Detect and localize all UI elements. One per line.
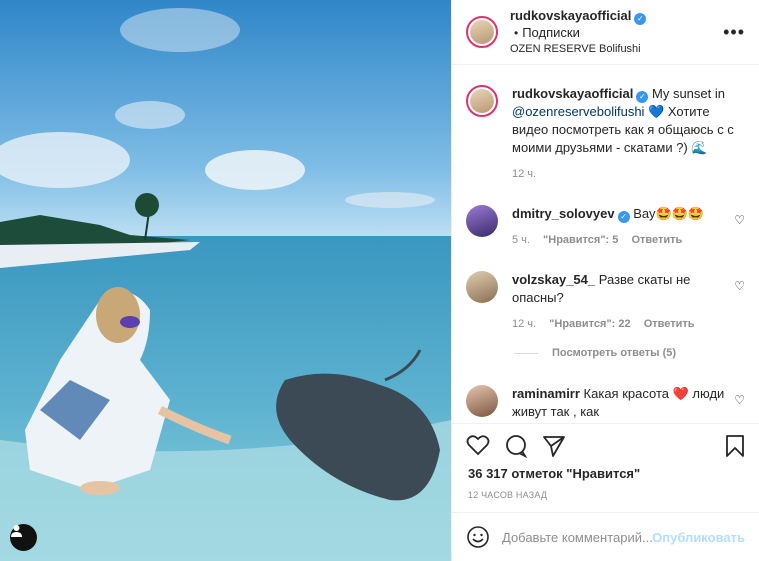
add-comment-bar: Добавьте комментарий... Опубликовать <box>452 512 759 561</box>
like-comment-heart-icon[interactable]: ♡ <box>734 279 745 293</box>
comment-bubble-icon[interactable] <box>504 434 528 463</box>
caption-avatar[interactable] <box>466 85 498 117</box>
photo-illustration <box>0 0 451 561</box>
more-options-icon[interactable]: ••• <box>723 22 745 43</box>
author-avatar[interactable] <box>466 16 498 48</box>
posted-time[interactable]: 12 ЧАСОВ НАЗАД <box>468 490 547 500</box>
comment-input[interactable]: Добавьте комментарий... <box>502 530 652 545</box>
following-button[interactable]: Подписки <box>522 25 580 40</box>
likes-count[interactable]: 36 317 отметок "Нравится" <box>468 466 640 481</box>
post-side-panel: rudkovskayaofficial ✓• Подписки OZEN RESER… <box>451 0 759 561</box>
replies-divider <box>514 352 538 354</box>
comment-username[interactable]: volzskay_54_ <box>512 272 595 287</box>
share-paper-plane-icon[interactable] <box>542 434 566 463</box>
comment-item: volzskay_54_ Разве скаты не опасны? 12 ч… <box>466 271 745 333</box>
save-bookmark-icon[interactable] <box>725 434 745 463</box>
user-icon <box>11 525 22 537</box>
comment-time[interactable]: 5 ч. <box>512 234 530 246</box>
comments-list[interactable]: rudkovskayaofficial ✓ My sunset in @ozenr… <box>452 65 759 422</box>
comment-username[interactable]: raminamirr <box>512 386 580 401</box>
post-actions: 36 317 отметок "Нравится" 12 ЧАСОВ НАЗАД <box>452 423 759 514</box>
like-heart-icon[interactable] <box>466 434 490 461</box>
comment-username[interactable]: dmitry_solovyev <box>512 206 615 221</box>
verified-badge-icon: ✓ <box>617 211 630 223</box>
like-comment-heart-icon[interactable]: ♡ <box>734 213 745 227</box>
comment-avatar[interactable] <box>466 271 498 303</box>
comment-likes[interactable]: "Нравится": 22 <box>549 318 630 330</box>
comment-avatar[interactable] <box>466 385 498 417</box>
reply-button[interactable]: Ответить <box>644 318 695 330</box>
comment-avatar[interactable] <box>466 205 498 237</box>
view-replies-label: Посмотреть ответы (5) <box>552 347 677 359</box>
wave-emoji: 🌊 <box>691 140 708 155</box>
emoji-smiley-icon[interactable] <box>466 525 490 549</box>
publish-button[interactable]: Опубликовать <box>652 530 745 545</box>
caption-text-prefix: My sunset in <box>652 86 725 101</box>
caption: rudkovskayaofficial ✓ My sunset in @ozenr… <box>466 85 745 183</box>
blue-heart-emoji: 💙 <box>648 104 665 119</box>
reply-button[interactable]: Ответить <box>631 234 682 246</box>
post-location[interactable]: OZEN RESERVE Bolifushi <box>510 41 715 57</box>
caption-username[interactable]: rudkovskayaofficial <box>512 86 633 101</box>
verified-badge-icon: ✓ <box>634 12 647 25</box>
comment-time[interactable]: 12 ч. <box>512 318 536 330</box>
post-photo[interactable] <box>0 0 451 561</box>
view-replies-button[interactable]: Посмотреть ответы (5) <box>514 347 676 359</box>
verified-badge-icon: ✓ <box>636 91 649 103</box>
comment-item: dmitry_solovyev ✓ Вау🤩🤩🤩 5 ч. "Нравится":… <box>466 205 745 249</box>
like-comment-heart-icon[interactable]: ♡ <box>734 393 745 407</box>
post-header: rudkovskayaofficial ✓ • Подписки OZEN RESER… <box>452 0 759 65</box>
comment-likes[interactable]: "Нравится": 5 <box>543 234 618 246</box>
comment-text: Вау🤩🤩🤩 <box>633 206 705 221</box>
tagged-user-button[interactable] <box>10 524 37 551</box>
caption-mention-link[interactable]: @ozenreservebolifushi <box>512 104 644 119</box>
separator-dot: • <box>514 25 519 40</box>
comment-item: raminamirr Какая красота ❤️ люди живут т… <box>466 385 745 421</box>
caption-time[interactable]: 12 ч. <box>512 168 536 180</box>
author-username[interactable]: rudkovskayaofficial <box>510 8 631 23</box>
